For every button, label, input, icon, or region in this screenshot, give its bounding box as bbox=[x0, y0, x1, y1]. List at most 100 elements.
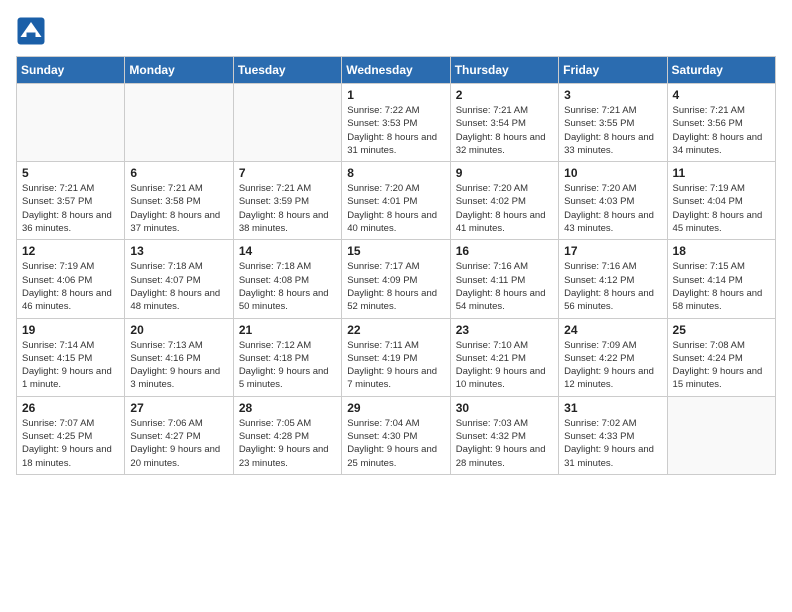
day-number: 8 bbox=[347, 166, 444, 180]
day-number: 5 bbox=[22, 166, 119, 180]
day-number: 27 bbox=[130, 401, 227, 415]
day-info: Sunrise: 7:09 AM Sunset: 4:22 PM Dayligh… bbox=[564, 339, 661, 392]
day-info: Sunrise: 7:19 AM Sunset: 4:06 PM Dayligh… bbox=[22, 260, 119, 313]
day-info: Sunrise: 7:16 AM Sunset: 4:12 PM Dayligh… bbox=[564, 260, 661, 313]
calendar-cell: 6 Sunrise: 7:21 AM Sunset: 3:58 PM Daylig… bbox=[125, 162, 233, 240]
calendar-week-row: 1 Sunrise: 7:22 AM Sunset: 3:53 PM Daylig… bbox=[17, 84, 776, 162]
day-info: Sunrise: 7:20 AM Sunset: 4:03 PM Dayligh… bbox=[564, 182, 661, 235]
calendar-week-row: 12 Sunrise: 7:19 AM Sunset: 4:06 PM Dayli… bbox=[17, 240, 776, 318]
day-number: 21 bbox=[239, 323, 336, 337]
calendar-cell: 20Sunrise: 7:13 AM Sunset: 4:16 PM Dayli… bbox=[125, 318, 233, 396]
day-number: 3 bbox=[564, 88, 661, 102]
day-info: Sunrise: 7:04 AM Sunset: 4:30 PM Dayligh… bbox=[347, 417, 444, 470]
calendar-cell: 23 Sunrise: 7:10 AM Sunset: 4:21 PM Dayli… bbox=[450, 318, 558, 396]
day-number: 28 bbox=[239, 401, 336, 415]
weekday-header: Wednesday bbox=[342, 57, 450, 84]
weekday-header: Tuesday bbox=[233, 57, 341, 84]
day-info: Sunrise: 7:21 AM Sunset: 3:56 PM Dayligh… bbox=[673, 104, 770, 157]
calendar-cell: 31 Sunrise: 7:02 AM Sunset: 4:33 PM Dayli… bbox=[559, 396, 667, 474]
day-number: 9 bbox=[456, 166, 553, 180]
calendar-cell: 16Sunrise: 7:16 AM Sunset: 4:11 PM Dayli… bbox=[450, 240, 558, 318]
day-info: Sunrise: 7:12 AM Sunset: 4:18 PM Dayligh… bbox=[239, 339, 336, 392]
calendar-week-row: 19Sunrise: 7:14 AM Sunset: 4:15 PM Dayli… bbox=[17, 318, 776, 396]
day-info: Sunrise: 7:22 AM Sunset: 3:53 PM Dayligh… bbox=[347, 104, 444, 157]
calendar-week-row: 5 Sunrise: 7:21 AM Sunset: 3:57 PM Daylig… bbox=[17, 162, 776, 240]
calendar-cell: 1 Sunrise: 7:22 AM Sunset: 3:53 PM Daylig… bbox=[342, 84, 450, 162]
header-row: SundayMondayTuesdayWednesdayThursdayFrid… bbox=[17, 57, 776, 84]
calendar-cell: 4 Sunrise: 7:21 AM Sunset: 3:56 PM Daylig… bbox=[667, 84, 775, 162]
day-number: 23 bbox=[456, 323, 553, 337]
calendar-cell: 25 Sunrise: 7:08 AM Sunset: 4:24 PM Dayli… bbox=[667, 318, 775, 396]
calendar-cell: 2Sunrise: 7:21 AM Sunset: 3:54 PM Daylig… bbox=[450, 84, 558, 162]
day-info: Sunrise: 7:20 AM Sunset: 4:02 PM Dayligh… bbox=[456, 182, 553, 235]
day-info: Sunrise: 7:21 AM Sunset: 3:57 PM Dayligh… bbox=[22, 182, 119, 235]
day-number: 1 bbox=[347, 88, 444, 102]
day-info: Sunrise: 7:21 AM Sunset: 3:59 PM Dayligh… bbox=[239, 182, 336, 235]
calendar-cell bbox=[125, 84, 233, 162]
weekday-header: Friday bbox=[559, 57, 667, 84]
day-number: 18 bbox=[673, 244, 770, 258]
calendar-cell: 24 Sunrise: 7:09 AM Sunset: 4:22 PM Dayli… bbox=[559, 318, 667, 396]
day-number: 24 bbox=[564, 323, 661, 337]
calendar-cell: 18 Sunrise: 7:15 AM Sunset: 4:14 PM Dayli… bbox=[667, 240, 775, 318]
day-info: Sunrise: 7:10 AM Sunset: 4:21 PM Dayligh… bbox=[456, 339, 553, 392]
day-number: 13 bbox=[130, 244, 227, 258]
calendar-cell: 13 Sunrise: 7:18 AM Sunset: 4:07 PM Dayli… bbox=[125, 240, 233, 318]
day-number: 10 bbox=[564, 166, 661, 180]
day-info: Sunrise: 7:11 AM Sunset: 4:19 PM Dayligh… bbox=[347, 339, 444, 392]
calendar-cell bbox=[233, 84, 341, 162]
calendar-cell: 17Sunrise: 7:16 AM Sunset: 4:12 PM Dayli… bbox=[559, 240, 667, 318]
day-number: 26 bbox=[22, 401, 119, 415]
day-info: Sunrise: 7:19 AM Sunset: 4:04 PM Dayligh… bbox=[673, 182, 770, 235]
day-number: 31 bbox=[564, 401, 661, 415]
weekday-header: Sunday bbox=[17, 57, 125, 84]
day-number: 11 bbox=[673, 166, 770, 180]
day-number: 6 bbox=[130, 166, 227, 180]
calendar-cell: 3Sunrise: 7:21 AM Sunset: 3:55 PM Daylig… bbox=[559, 84, 667, 162]
day-info: Sunrise: 7:15 AM Sunset: 4:14 PM Dayligh… bbox=[673, 260, 770, 313]
day-info: Sunrise: 7:03 AM Sunset: 4:32 PM Dayligh… bbox=[456, 417, 553, 470]
day-info: Sunrise: 7:06 AM Sunset: 4:27 PM Dayligh… bbox=[130, 417, 227, 470]
day-number: 7 bbox=[239, 166, 336, 180]
day-info: Sunrise: 7:02 AM Sunset: 4:33 PM Dayligh… bbox=[564, 417, 661, 470]
calendar-cell: 21 Sunrise: 7:12 AM Sunset: 4:18 PM Dayli… bbox=[233, 318, 341, 396]
day-number: 15 bbox=[347, 244, 444, 258]
day-number: 29 bbox=[347, 401, 444, 415]
day-info: Sunrise: 7:07 AM Sunset: 4:25 PM Dayligh… bbox=[22, 417, 119, 470]
calendar-cell: 30 Sunrise: 7:03 AM Sunset: 4:32 PM Dayli… bbox=[450, 396, 558, 474]
day-number: 4 bbox=[673, 88, 770, 102]
day-info: Sunrise: 7:17 AM Sunset: 4:09 PM Dayligh… bbox=[347, 260, 444, 313]
weekday-header: Saturday bbox=[667, 57, 775, 84]
calendar-cell: 10 Sunrise: 7:20 AM Sunset: 4:03 PM Dayli… bbox=[559, 162, 667, 240]
day-number: 30 bbox=[456, 401, 553, 415]
calendar-cell bbox=[667, 396, 775, 474]
calendar-cell: 14 Sunrise: 7:18 AM Sunset: 4:08 PM Dayli… bbox=[233, 240, 341, 318]
weekday-header: Monday bbox=[125, 57, 233, 84]
day-info: Sunrise: 7:16 AM Sunset: 4:11 PM Dayligh… bbox=[456, 260, 553, 313]
logo bbox=[16, 16, 50, 46]
day-number: 22 bbox=[347, 323, 444, 337]
day-info: Sunrise: 7:18 AM Sunset: 4:08 PM Dayligh… bbox=[239, 260, 336, 313]
day-info: Sunrise: 7:18 AM Sunset: 4:07 PM Dayligh… bbox=[130, 260, 227, 313]
day-info: Sunrise: 7:05 AM Sunset: 4:28 PM Dayligh… bbox=[239, 417, 336, 470]
day-info: Sunrise: 7:21 AM Sunset: 3:58 PM Dayligh… bbox=[130, 182, 227, 235]
calendar-table: SundayMondayTuesdayWednesdayThursdayFrid… bbox=[16, 56, 776, 475]
calendar-cell: 9 Sunrise: 7:20 AM Sunset: 4:02 PM Daylig… bbox=[450, 162, 558, 240]
calendar-cell: 27 Sunrise: 7:06 AM Sunset: 4:27 PM Dayli… bbox=[125, 396, 233, 474]
day-number: 12 bbox=[22, 244, 119, 258]
day-info: Sunrise: 7:13 AM Sunset: 4:16 PM Dayligh… bbox=[130, 339, 227, 392]
calendar-cell: 12 Sunrise: 7:19 AM Sunset: 4:06 PM Dayli… bbox=[17, 240, 125, 318]
calendar-cell: 15 Sunrise: 7:17 AM Sunset: 4:09 PM Dayli… bbox=[342, 240, 450, 318]
calendar-cell: 7 Sunrise: 7:21 AM Sunset: 3:59 PM Daylig… bbox=[233, 162, 341, 240]
calendar-cell: 26 Sunrise: 7:07 AM Sunset: 4:25 PM Dayli… bbox=[17, 396, 125, 474]
weekday-header: Thursday bbox=[450, 57, 558, 84]
day-info: Sunrise: 7:21 AM Sunset: 3:54 PM Dayligh… bbox=[456, 104, 553, 157]
day-info: Sunrise: 7:14 AM Sunset: 4:15 PM Dayligh… bbox=[22, 339, 119, 392]
day-info: Sunrise: 7:08 AM Sunset: 4:24 PM Dayligh… bbox=[673, 339, 770, 392]
day-number: 14 bbox=[239, 244, 336, 258]
calendar-cell bbox=[17, 84, 125, 162]
calendar-cell: 8Sunrise: 7:20 AM Sunset: 4:01 PM Daylig… bbox=[342, 162, 450, 240]
day-number: 25 bbox=[673, 323, 770, 337]
calendar-cell: 19Sunrise: 7:14 AM Sunset: 4:15 PM Dayli… bbox=[17, 318, 125, 396]
calendar-cell: 22 Sunrise: 7:11 AM Sunset: 4:19 PM Dayli… bbox=[342, 318, 450, 396]
